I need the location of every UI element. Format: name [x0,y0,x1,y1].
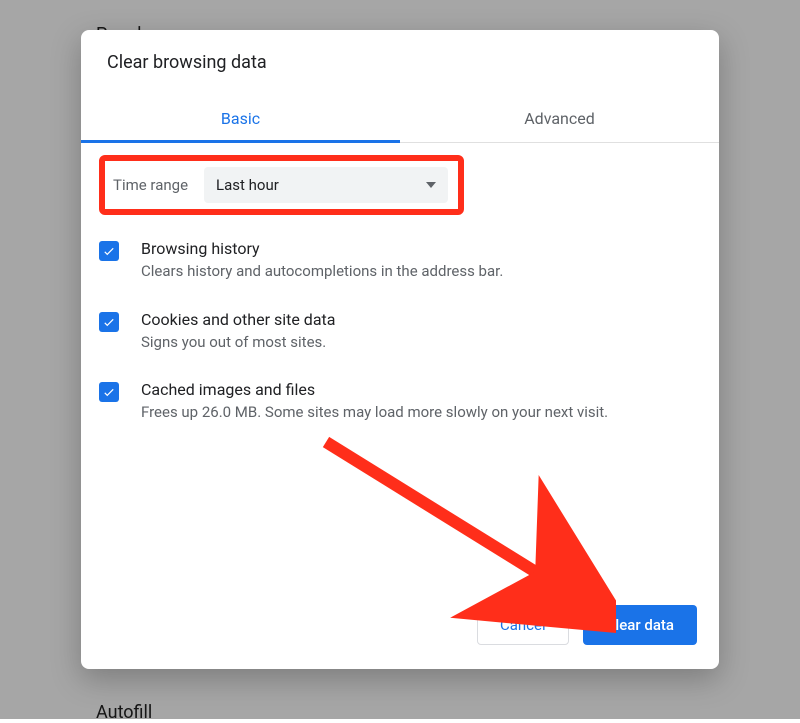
clear-data-label: Clear data [606,616,674,634]
time-range-label: Time range [109,176,188,194]
dialog-footer: Cancel Clear data [81,605,719,669]
option-text: Cookies and other site data Signs you ou… [141,310,335,353]
time-range-select[interactable]: Last hour [204,167,448,203]
option-subtitle: Clears history and autocompletions in th… [141,262,503,282]
option-cookies: Cookies and other site data Signs you ou… [99,310,701,353]
option-browsing-history: Browsing history Clears history and auto… [99,239,701,282]
dialog-body: Time range Last hour Browsing history Cl… [81,143,719,605]
option-subtitle: Frees up 26.0 MB. Some sites may load mo… [141,403,608,423]
option-text: Cached images and files Frees up 26.0 MB… [141,380,608,423]
checkbox-browsing-history[interactable] [99,241,119,261]
check-icon [102,385,116,399]
clear-data-button[interactable]: Clear data [583,605,697,645]
chevron-down-icon [426,182,436,188]
tab-basic[interactable]: Basic [81,97,400,142]
checkbox-cache[interactable] [99,382,119,402]
option-cache: Cached images and files Frees up 26.0 MB… [99,380,701,423]
time-range-selected: Last hour [216,176,279,194]
check-icon [102,315,116,329]
dialog-tabs: Basic Advanced [81,97,719,143]
checkbox-cookies[interactable] [99,312,119,332]
tab-advanced[interactable]: Advanced [400,97,719,142]
cancel-button[interactable]: Cancel [477,605,569,645]
cancel-label: Cancel [500,616,546,634]
option-title: Cached images and files [141,380,608,399]
option-subtitle: Signs you out of most sites. [141,333,335,353]
clear-browsing-data-dialog: Clear browsing data Basic Advanced Time … [81,30,719,669]
tab-basic-label: Basic [221,109,260,128]
tab-advanced-label: Advanced [524,109,595,128]
option-title: Cookies and other site data [141,310,335,329]
time-range-highlight: Time range Last hour [99,155,464,215]
options-list: Browsing history Clears history and auto… [99,239,701,423]
option-text: Browsing history Clears history and auto… [141,239,503,282]
dialog-title: Clear browsing data [81,30,719,73]
option-title: Browsing history [141,239,503,258]
check-icon [102,244,116,258]
